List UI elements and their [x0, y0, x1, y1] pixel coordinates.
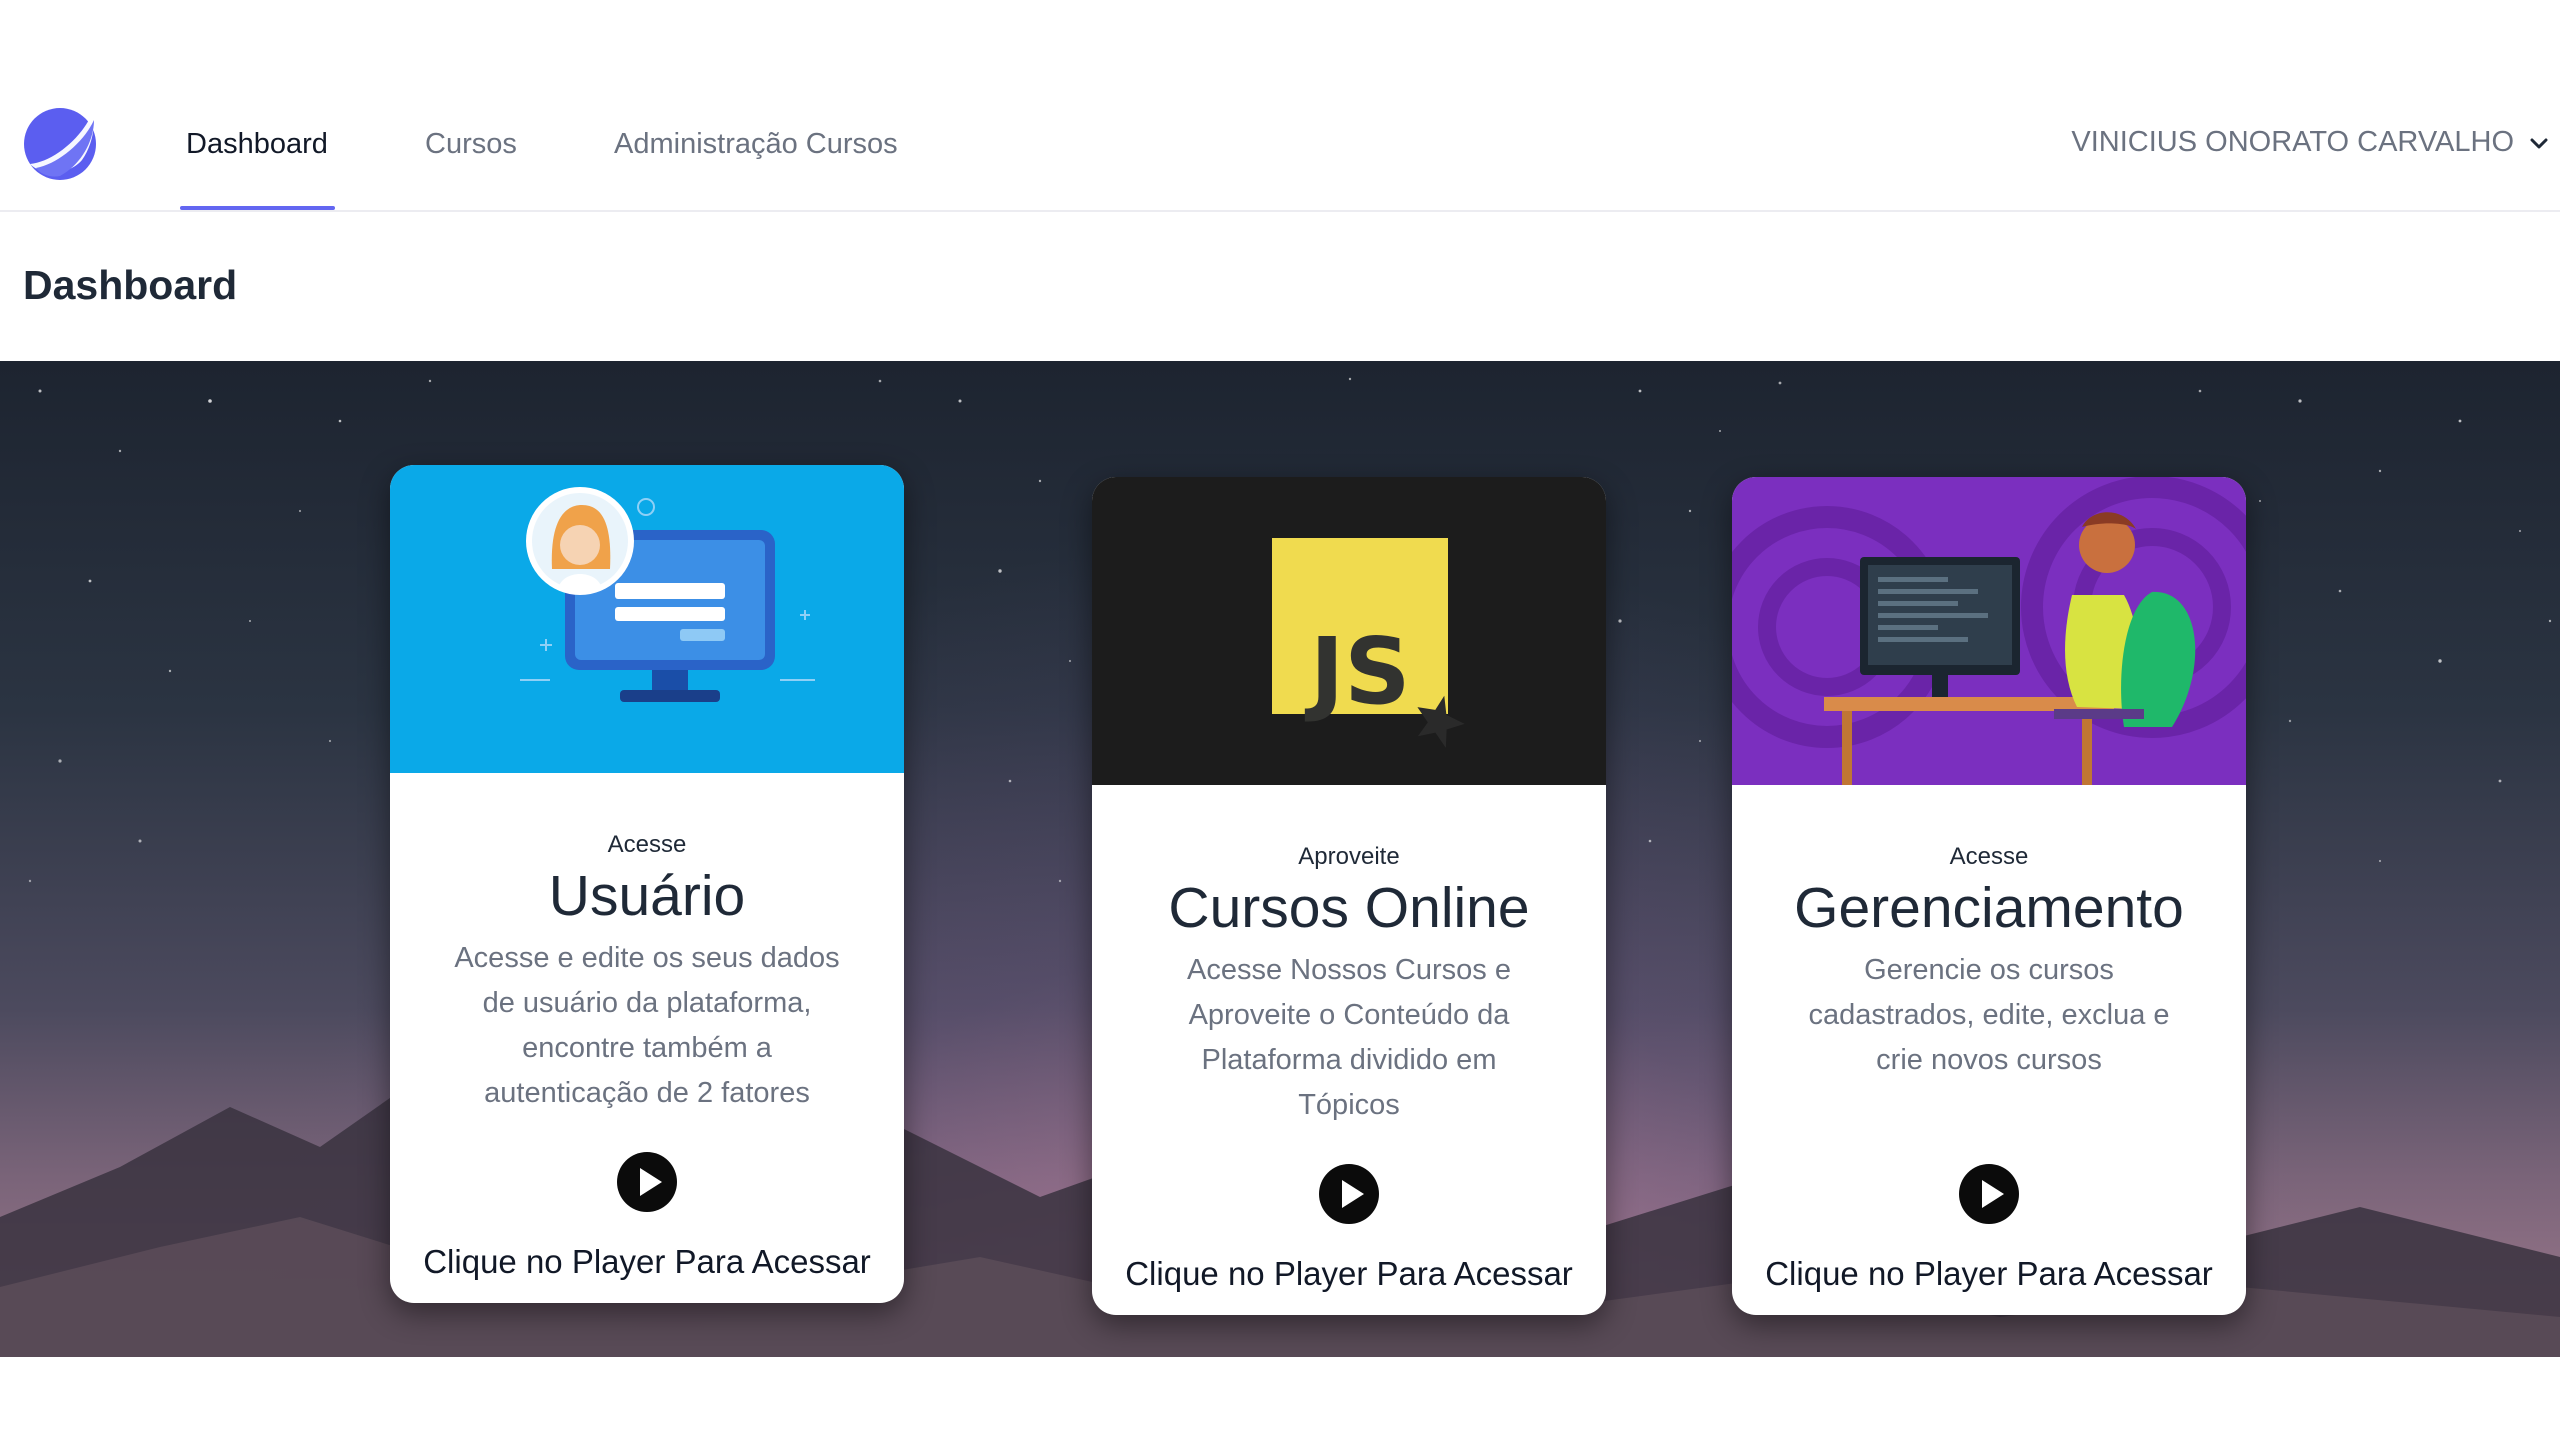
card-kicker: Acesse [607, 831, 687, 858]
chevron-down-icon [2530, 138, 2548, 148]
card-media-cursos: JS [1092, 477, 1606, 785]
card-description: Gerencie os cursos cadastrados, edite, e… [1808, 953, 2170, 1076]
nav-item-dashboard[interactable]: Dashboard [186, 128, 328, 161]
card-kicker: Aproveite [1298, 843, 1400, 870]
card-description: Acesse e edite os seus dados de usuário … [454, 941, 840, 1109]
brand-logo-icon[interactable] [22, 106, 98, 182]
card-title: Gerenciamento [1794, 876, 2184, 940]
user-menu[interactable]: VINICIUS ONORATO CARVALHO [2071, 126, 2550, 159]
page-title: Dashboard [23, 262, 238, 308]
card-usuario: Acesse Usuário Acesse e edite os seus da… [390, 465, 904, 1303]
javascript-logo-illustration: JS [1272, 538, 1465, 748]
card-cta-link[interactable]: Clique no Player Para Acessar [1732, 1255, 2246, 1293]
user-name: VINICIUS ONORATO CARVALHO [2071, 126, 2514, 158]
card-media-usuario [390, 465, 904, 773]
developer-workstation-illustration [1732, 477, 2246, 785]
card-description: Acesse Nossos Cursos e Aproveite o Conte… [1187, 953, 1511, 1121]
nav-item-cursos[interactable]: Cursos [425, 128, 517, 161]
js-logo-text: JS [1304, 618, 1411, 725]
play-button-icon[interactable] [1957, 1162, 2021, 1226]
play-button-icon[interactable] [615, 1150, 679, 1214]
card-cta-link[interactable]: Clique no Player Para Acessar [1092, 1255, 1606, 1293]
user-login-illustration [520, 487, 815, 702]
card-title: Usuário [548, 864, 746, 928]
card-cursos-online: JS Aproveite Cursos Online Acesse Nossos… [1092, 477, 1606, 1315]
top-navbar: Dashboard Cursos Administração Cursos VI… [0, 0, 2560, 212]
card-title: Cursos Online [1168, 876, 1530, 940]
play-button-icon[interactable] [1317, 1162, 1381, 1226]
active-tab-indicator [180, 206, 335, 210]
card-media-gerenciamento [1732, 477, 2246, 785]
card-kicker: Acesse [1949, 843, 2029, 870]
card-cta-link[interactable]: Clique no Player Para Acessar [390, 1243, 904, 1281]
card-gerenciamento: Acesse Gerenciamento Gerencie os cursos … [1732, 477, 2246, 1315]
nav-item-administracao-cursos[interactable]: Administração Cursos [614, 128, 898, 161]
